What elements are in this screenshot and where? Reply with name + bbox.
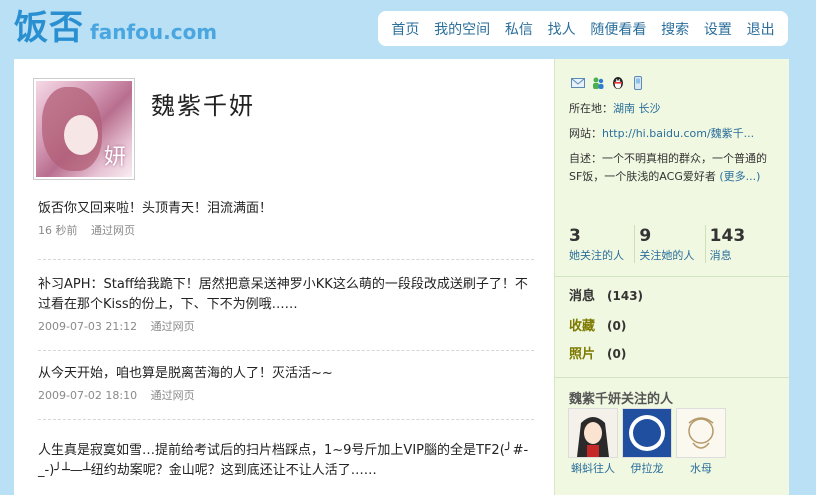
counter-label: 消息 (569, 289, 596, 304)
friend-name: 蝌蚪往人 (571, 462, 615, 475)
nav-logout[interactable]: 退出 (747, 19, 775, 39)
stat-number: 143 (709, 226, 746, 246)
nav-my-space[interactable]: 我的空间 (434, 19, 490, 39)
status-item: 从今天开始，咱也算是脱离苦海的人了！灭活活~~ 2009-07-02 18:10… (38, 364, 534, 403)
location-link[interactable]: 湖南 长沙 (613, 102, 661, 115)
status-source: 通过网页 (150, 389, 195, 402)
counter-label: 照片 (569, 347, 596, 362)
divider (38, 419, 534, 420)
fanfou-logo[interactable]: 饭否 fanfou.com (14, 8, 217, 48)
stat-number: 3 (569, 226, 581, 246)
friend-item[interactable]: 伊拉龙 (621, 408, 673, 476)
stat-messages[interactable]: 143 消息 (704, 225, 775, 263)
counter-number: (0) (607, 347, 627, 361)
mail-icon[interactable] (571, 76, 585, 90)
qq-penguin-icon[interactable] (611, 76, 625, 90)
counter-label: 收藏 (569, 319, 596, 334)
location-line: 所在地：湖南 长沙 (569, 100, 779, 118)
avatar-watermark-text: 妍 (103, 145, 126, 170)
website-label: 网站： (569, 127, 602, 140)
friend-avatar (622, 408, 672, 458)
counter-number: (143) (607, 289, 644, 303)
friend-name: 伊拉龙 (630, 462, 664, 475)
friend-avatar (676, 408, 726, 458)
avatar[interactable]: 妍 (33, 78, 135, 180)
stat-label: 关注她的人 (639, 249, 695, 262)
stat-label: 她关注的人 (569, 249, 624, 262)
counter-messages[interactable]: 消息 (143) (569, 285, 643, 304)
contact-icons (571, 76, 645, 90)
status-meta: 2009-07-03 21:12 通过网页 (38, 318, 534, 334)
logo-domain-text: fanfou.com (90, 20, 218, 44)
stat-following[interactable]: 3 她关注的人 (569, 225, 634, 263)
stats-row: 3 她关注的人 9 关注她的人 143 消息 (569, 225, 775, 263)
nav-search[interactable]: 搜索 (661, 19, 689, 39)
nav-settings[interactable]: 设置 (704, 19, 732, 39)
status-text: 补习APH：Staff给我跪下！居然把意呆送神罗小KK这么萌的一段段改成送刷子了… (38, 277, 528, 312)
mobile-phone-icon[interactable] (631, 76, 645, 90)
sidebar: 所在地：湖南 长沙 网站：http://hi.baidu.com/魏紫千... … (554, 59, 789, 495)
nav-browse[interactable]: 随便看看 (590, 19, 646, 39)
friend-item[interactable]: 蝌蚪往人 (567, 408, 619, 476)
users-icon[interactable] (591, 76, 605, 90)
divider (555, 276, 789, 277)
friend-name: 水母 (690, 462, 712, 475)
logo-chinese-text: 饭否 (14, 8, 84, 48)
stat-number: 9 (639, 226, 652, 246)
status-meta: 16 秒前 通过网页 (38, 222, 534, 238)
stat-followers[interactable]: 9 关注她的人 (634, 225, 704, 263)
main-content: 妍 魏紫千妍 饭否你又回来啦！头顶青天！泪流满面！ 16 秒前 通过网页 补习A… (14, 59, 554, 495)
bio-label: 自述： (569, 152, 602, 165)
nav-messages[interactable]: 私信 (505, 19, 533, 39)
bio-more-link[interactable]: (更多...) (719, 170, 760, 183)
avatar-image: 妍 (36, 81, 132, 177)
page-title: 魏紫千妍 (151, 92, 255, 120)
nav-home[interactable]: 首页 (391, 19, 419, 39)
counter-number: (0) (607, 319, 627, 333)
status-time-link[interactable]: 2009-07-03 21:12 (38, 320, 137, 333)
nav-find-people[interactable]: 找人 (548, 19, 576, 39)
counter-photos[interactable]: 照片 (0) (569, 343, 626, 362)
status-time-link[interactable]: 16 秒前 (38, 224, 78, 237)
status-text: 饭否你又回来啦！头顶青天！泪流满面！ (38, 201, 273, 216)
divider (38, 259, 534, 260)
status-item: 人生真是寂寞如雪…提前给考试后的扫片档踩点，1~9号斤加上VIP腦的全是TF2(… (38, 441, 534, 481)
friend-item[interactable]: 水母 (675, 408, 727, 476)
website-link[interactable]: http://hi.baidu.com/魏紫千... (602, 127, 754, 140)
divider (38, 350, 534, 351)
status-source: 通过网页 (150, 320, 195, 333)
divider (555, 377, 789, 378)
status-item: 补习APH：Staff给我跪下！居然把意呆送神罗小KK这么萌的一段段改成送刷子了… (38, 275, 534, 334)
top-nav: 首页 我的空间 私信 找人 随便看看 搜索 设置 退出 (378, 11, 788, 46)
status-time-link[interactable]: 2009-07-02 18:10 (38, 389, 137, 402)
counter-favorites[interactable]: 收藏 (0) (569, 315, 626, 334)
location-label: 所在地： (569, 102, 613, 115)
status-text: 人生真是寂寞如雪…提前给考试后的扫片档踩点，1~9号斤加上VIP腦的全是TF2(… (38, 443, 529, 478)
friend-avatar (568, 408, 618, 458)
status-meta: 2009-07-02 18:10 通过网页 (38, 387, 534, 403)
stat-label: 消息 (709, 249, 732, 262)
bio-block: 自述：一个不明真相的群众，一个普通的SF饭，一个肤浅的ACG爱好者 (更多...… (569, 150, 779, 186)
friends-section-title: 魏紫千妍关注的人 (569, 392, 674, 407)
status-text: 从今天开始，咱也算是脱离苦海的人了！灭活活~~ (38, 366, 333, 381)
status-item: 饭否你又回来啦！头顶青天！泪流满面！ 16 秒前 通过网页 (38, 199, 534, 238)
website-line: 网站：http://hi.baidu.com/魏紫千... (569, 125, 779, 143)
status-source: 通过网页 (91, 224, 135, 237)
